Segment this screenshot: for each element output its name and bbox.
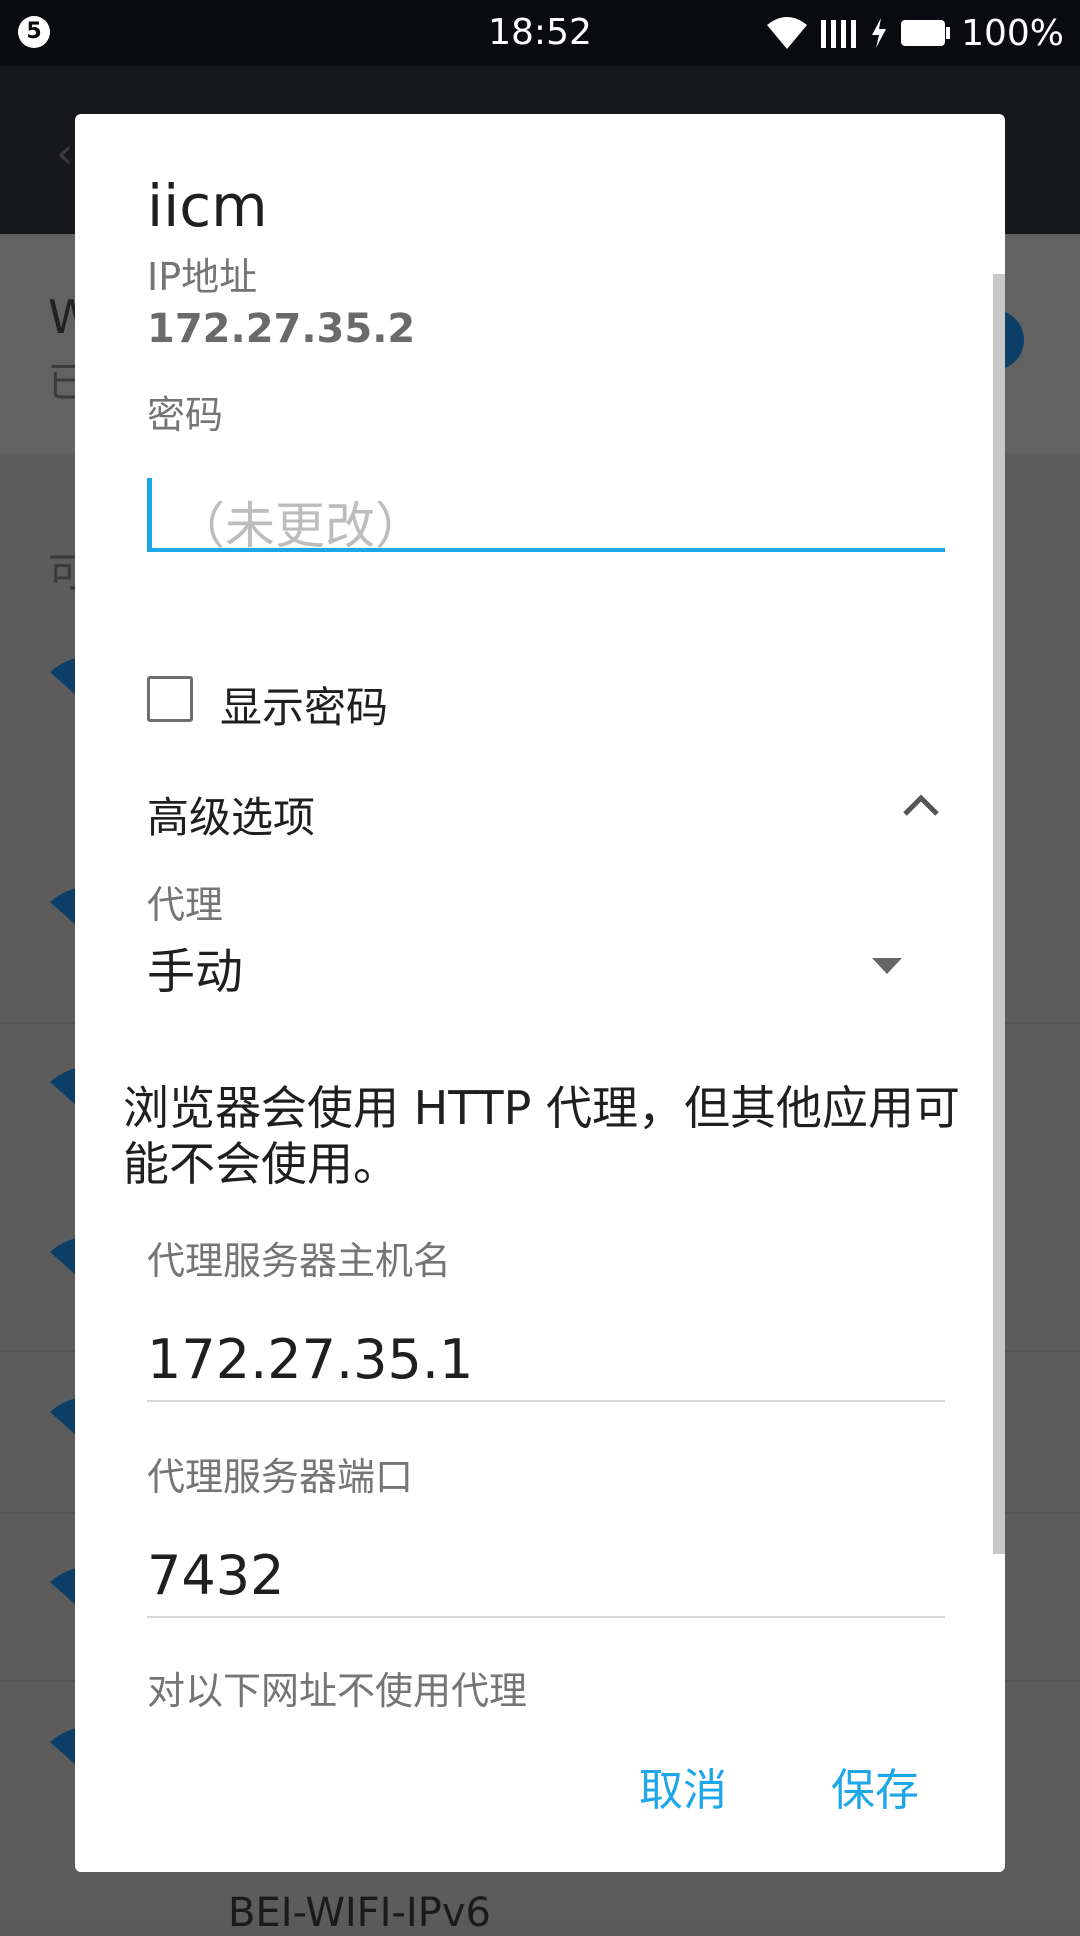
cancel-button[interactable]: 取消 xyxy=(639,1754,727,1818)
proxy-hostname-label: 代理服务器主机名 xyxy=(147,1239,452,1283)
proxy-hostname-input[interactable]: 172.27.35.1 xyxy=(147,1314,945,1402)
proxy-select[interactable]: 手动 xyxy=(147,932,243,1002)
wifi-config-dialog: iicm IP地址 172.27.35.2 密码 （未更改） 显示密码 高级选项… xyxy=(75,114,1005,1872)
show-password-checkbox[interactable] xyxy=(147,676,193,722)
battery-percentage: 100% xyxy=(961,12,1064,54)
save-button[interactable]: 保存 xyxy=(831,1754,919,1818)
status-icons: 100% xyxy=(765,12,1064,54)
ip-address-label: IP地址 xyxy=(147,255,258,299)
proxy-port-value: 7432 xyxy=(147,1544,285,1607)
proxy-port-label: 代理服务器端口 xyxy=(147,1455,414,1499)
proxy-warning-text: 浏览器会使用 HTTP 代理，但其他应用可能不会使用。 xyxy=(123,1081,960,1191)
status-bar: 5 18:52 100% xyxy=(0,0,1080,66)
battery-icon xyxy=(901,20,951,46)
wifi-icon xyxy=(767,17,808,49)
proxy-hostname-value: 172.27.35.1 xyxy=(147,1328,474,1391)
password-label: 密码 xyxy=(147,393,224,437)
dialog-title: iicm xyxy=(147,172,268,240)
scrollbar[interactable] xyxy=(993,274,1005,1554)
advanced-options-label[interactable]: 高级选项 xyxy=(147,784,315,845)
show-password-label[interactable]: 显示密码 xyxy=(220,674,388,735)
background-network-name: BEI-WIFI-IPv6 xyxy=(228,1890,491,1936)
dropdown-arrow-icon[interactable] xyxy=(870,956,904,976)
password-placeholder: （未更改） xyxy=(175,497,425,555)
charging-icon xyxy=(872,18,887,48)
proxy-port-input[interactable]: 7432 xyxy=(147,1530,945,1618)
proxy-bypass-label: 对以下网址不使用代理 xyxy=(147,1669,528,1713)
password-input[interactable]: （未更改） xyxy=(147,464,945,555)
back-arrow-icon: ‹ xyxy=(56,128,74,179)
ip-address-value: 172.27.35.2 xyxy=(147,306,416,352)
chevron-up-icon[interactable] xyxy=(901,790,941,818)
proxy-label: 代理 xyxy=(147,883,224,927)
text-cursor xyxy=(147,478,152,548)
signal-icon xyxy=(821,20,857,48)
